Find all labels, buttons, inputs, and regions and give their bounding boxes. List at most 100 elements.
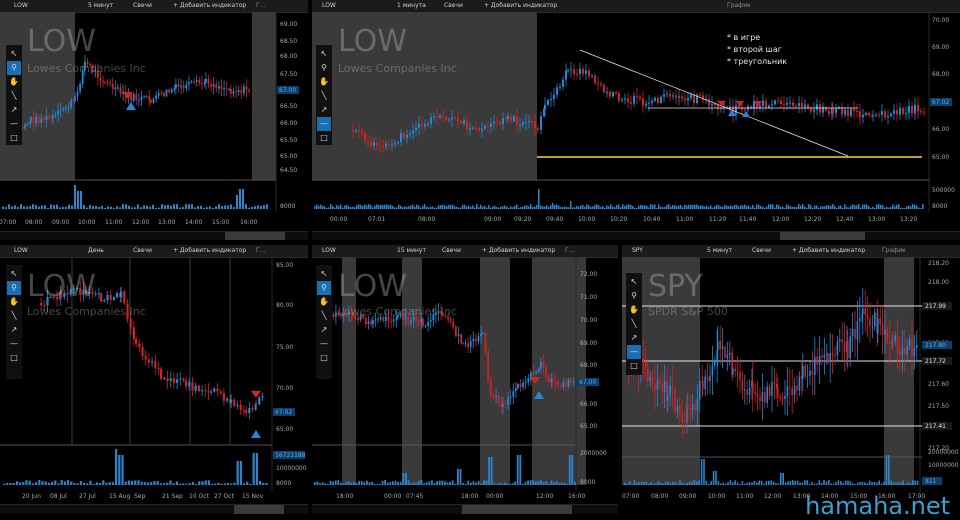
candle: [831, 352, 834, 356]
ray-icon[interactable]: ↗: [627, 331, 641, 345]
candle: [135, 339, 138, 344]
volume-bar: [558, 483, 561, 485]
chart-canvas[interactable]: 70.0069.0068.0067.0066.0065.0067.0250000…: [312, 0, 960, 240]
chart-canvas[interactable]: 69.00 68.50 68.00 67.50 67.00 66.50 66.00 65.50…: [0, 0, 308, 240]
chart-canvas[interactable]: 72.00 71.00 70.00 69.00 68.00 67.00 66.00 65.00…: [312, 245, 618, 520]
candle: [748, 387, 751, 395]
volume-bar: [434, 207, 436, 209]
cursor-icon[interactable]: ↖: [627, 275, 641, 289]
chart-canvas[interactable]: 218.20218.00217.80217.60217.50217.40217.…: [622, 245, 960, 520]
navigator-thumb[interactable]: [225, 232, 285, 240]
ray-icon[interactable]: ↗: [7, 103, 21, 117]
hand-icon[interactable]: ✋: [7, 75, 21, 89]
ray-icon[interactable]: ↗: [317, 103, 331, 117]
navigator-thumb[interactable]: [780, 232, 865, 240]
navigator-scrollbar[interactable]: [312, 231, 960, 240]
volume-bar: [554, 205, 556, 209]
volume-bar: [782, 206, 784, 209]
rect-icon[interactable]: □: [317, 351, 331, 365]
candle: [810, 108, 812, 112]
navigator-scrollbar[interactable]: [312, 504, 618, 514]
volume-bar: [550, 480, 553, 485]
line-icon[interactable]: ╲: [317, 309, 331, 323]
rect-icon[interactable]: □: [7, 131, 21, 145]
volume-bar: [600, 207, 602, 209]
zoom-icon[interactable]: ⚲: [7, 281, 21, 295]
tick-label: 67.02: [275, 409, 292, 416]
volume-bar: [578, 206, 580, 209]
buy-marker: [126, 102, 136, 110]
volume-bar: [668, 204, 670, 209]
hand-icon[interactable]: ✋: [317, 75, 331, 89]
hline-icon[interactable]: —: [317, 117, 331, 131]
volume-bar: [818, 480, 820, 485]
tick-label: 11:40: [739, 216, 756, 223]
rect-icon[interactable]: □: [627, 359, 641, 373]
tick-label: 69.00: [580, 340, 597, 347]
candle: [352, 130, 354, 132]
chart-canvas[interactable]: 85.00 80.00 75.00 70.00 65.00 67.02 16721188 10…: [0, 245, 308, 520]
volume-bar: [844, 204, 846, 209]
candle: [451, 117, 453, 120]
line-icon[interactable]: ╲: [317, 89, 331, 103]
volume-bar: [466, 206, 468, 209]
volume-bar: [379, 483, 381, 485]
volume-bar: [420, 207, 422, 209]
tick-label: 217.50: [928, 403, 949, 410]
candle: [365, 318, 367, 325]
rect-icon[interactable]: □: [7, 351, 21, 365]
volume-bar: [450, 205, 452, 209]
volume-bar: [53, 205, 55, 209]
volume-bar: [195, 483, 198, 485]
navigator-scrollbar[interactable]: [0, 231, 308, 240]
volume-bar: [812, 207, 814, 209]
candle: [719, 341, 721, 350]
cursor-icon[interactable]: ↖: [317, 267, 331, 281]
volume-bar: [249, 483, 252, 485]
zoom-icon[interactable]: ⚲: [627, 289, 641, 303]
hline-icon[interactable]: —: [627, 345, 641, 359]
hline-icon[interactable]: —: [7, 117, 21, 131]
volume-bar: [724, 205, 726, 209]
candle: [513, 115, 515, 121]
candle: [570, 379, 572, 383]
navigator-scrollbar[interactable]: [0, 504, 308, 514]
cursor-icon[interactable]: ↖: [317, 47, 331, 61]
candle: [597, 82, 599, 84]
volume-bar: [756, 482, 758, 485]
volume-bar: [191, 481, 194, 485]
zoom-icon[interactable]: ⚲: [7, 61, 21, 75]
volume-bar: [789, 480, 792, 485]
zoom-icon[interactable]: ⚲: [317, 281, 331, 295]
volume-bar: [230, 483, 233, 485]
volume-bar: [582, 204, 584, 209]
volume-bar: [380, 204, 382, 209]
volume-bar: [477, 481, 480, 485]
hand-icon[interactable]: ✋: [317, 295, 331, 309]
ray-icon[interactable]: ↗: [317, 323, 331, 337]
navigator-thumb[interactable]: [462, 505, 572, 514]
hline-icon[interactable]: —: [317, 337, 331, 351]
cursor-icon[interactable]: ↖: [7, 47, 21, 61]
volume-bar: [796, 480, 799, 485]
volume-bar: [764, 207, 766, 209]
ray-icon[interactable]: ↗: [7, 323, 21, 337]
zoom-icon[interactable]: ⚲: [317, 61, 331, 75]
volume-bar: [223, 483, 226, 485]
volume-bar: [122, 204, 124, 209]
cursor-icon[interactable]: ↖: [7, 267, 21, 281]
rect-icon[interactable]: □: [317, 131, 331, 145]
line-icon[interactable]: ╲: [627, 317, 641, 331]
candle: [190, 81, 193, 83]
hline-icon[interactable]: —: [7, 337, 21, 351]
line-icon[interactable]: ╲: [7, 89, 21, 103]
volume-bar: [672, 481, 674, 485]
candle: [204, 390, 207, 392]
hand-icon[interactable]: ✋: [7, 295, 21, 309]
line-icon[interactable]: ╲: [7, 309, 21, 323]
navigator-thumb[interactable]: [234, 505, 284, 514]
candle: [175, 84, 177, 89]
hand-icon[interactable]: ✋: [627, 303, 641, 317]
volume-bar: [182, 207, 184, 209]
afterhours-shade: [884, 257, 914, 485]
